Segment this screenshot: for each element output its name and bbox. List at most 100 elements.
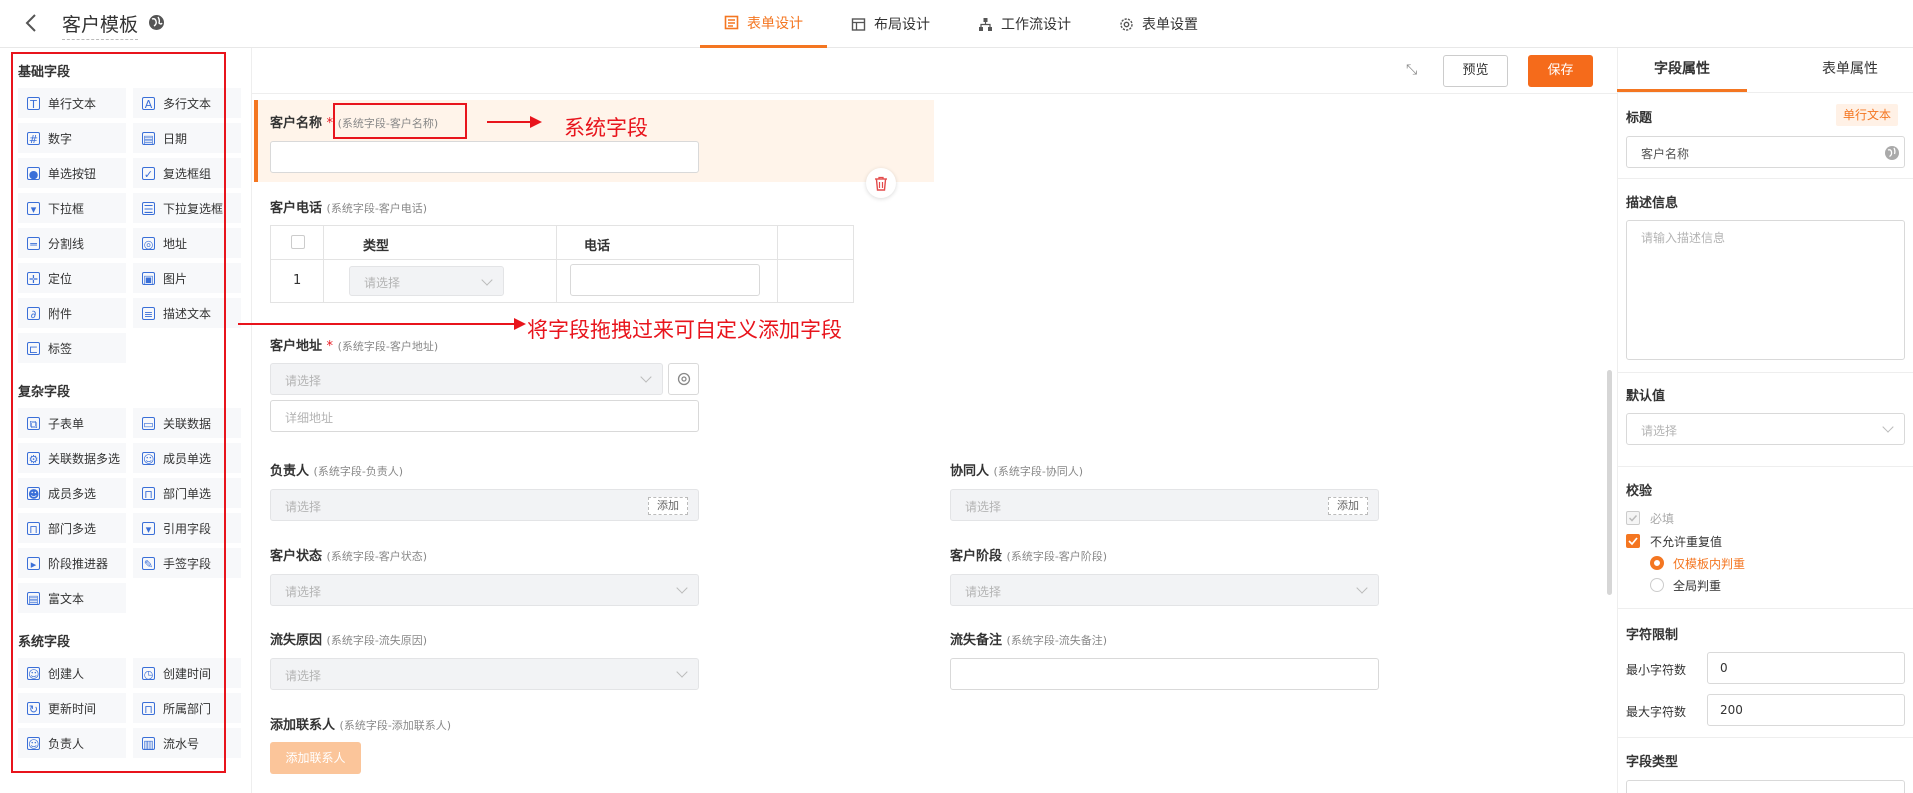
page-title[interactable]: 客户模板 (62, 10, 139, 40)
delete-field-button[interactable] (866, 168, 896, 198)
chevron-down-icon (640, 371, 652, 383)
palette-field-label: 多行文本 (163, 96, 212, 111)
tab-form-settings[interactable]: 表单设置 (1095, 0, 1222, 48)
palette-field-label: 成员多选 (48, 486, 97, 501)
max-chars-input[interactable]: 200 (1707, 694, 1905, 726)
customer-name-input[interactable] (270, 141, 699, 173)
chevron-down-icon (1356, 582, 1368, 594)
palette-field-item[interactable]: ⊓ 所属部门 (133, 693, 241, 723)
loss-reason-select[interactable]: 请选择 (270, 658, 699, 690)
field-22-icon: ▾ (142, 521, 155, 536)
globe-icon[interactable] (148, 14, 165, 31)
palette-field-item[interactable]: ☺ 负责人 (18, 728, 126, 758)
system-tag: (系统字段-客户电话) (326, 202, 428, 215)
palette-field-item[interactable]: ☻ 成员多选 (18, 478, 126, 508)
palette-field-item[interactable]: ⚙ 关联数据多选 (18, 443, 126, 473)
tab-field-properties[interactable]: 字段属性 (1617, 48, 1747, 92)
owner-select[interactable]: 请选择 添加 (270, 489, 699, 521)
status-select[interactable]: 请选择 (270, 574, 699, 606)
palette-field-item[interactable]: ≡ 描述文本 (133, 298, 241, 328)
collaborator-select[interactable]: 请选择 添加 (950, 489, 1379, 521)
address-region-select[interactable]: 请选择 (270, 363, 663, 395)
add-contact-button[interactable]: 添加联系人 (270, 742, 361, 774)
field-1-icon: A (142, 96, 155, 111)
palette-field-item[interactable]: ▾ 下拉框 (18, 193, 126, 223)
no-duplicate-checkbox[interactable] (1626, 534, 1640, 548)
validation-label: 校验 (1626, 484, 1653, 499)
palette-field-label: 数字 (48, 131, 73, 146)
address-detail-input[interactable]: 详细地址 (270, 400, 699, 432)
required-checkbox[interactable] (1626, 511, 1640, 525)
palette-field-item[interactable]: ▤ 富文本 (18, 583, 126, 613)
palette-field-item[interactable]: ∂ 附件 (18, 298, 126, 328)
customer-phone-label: 客户电话 (系统字段-客户电话) (270, 197, 427, 216)
palette-field-item[interactable]: ═ 分割线 (18, 228, 126, 258)
field-23-icon: ▸ (27, 556, 40, 571)
globe-icon[interactable] (1884, 145, 1900, 161)
expand-icon[interactable]: ⤡ (1406, 62, 1417, 78)
min-chars-input[interactable]: 0 (1707, 652, 1905, 684)
tab-workflow-design[interactable]: 工作流设计 (954, 0, 1095, 48)
palette-field-item[interactable]: ⧉ 子表单 (18, 408, 126, 438)
title-input[interactable]: 客户名称 (1626, 136, 1905, 168)
check-icon (1628, 537, 1638, 546)
palette-field-item[interactable]: ↻ 更新时间 (18, 693, 126, 723)
palette-field-item[interactable]: ▾ 引用字段 (133, 513, 241, 543)
tab-form-design[interactable]: 表单设计 (700, 0, 827, 48)
palette-field-item[interactable]: ⊓ 部门多选 (18, 513, 126, 543)
palette-field-item[interactable]: ● 单选按钮 (18, 158, 126, 188)
palette-field-item[interactable]: ⊓ 部门单选 (133, 478, 241, 508)
palette-field-item[interactable]: ▣ 图片 (133, 263, 241, 293)
field-type-badge: 单行文本 (1836, 104, 1898, 126)
field-type-select[interactable] (1626, 780, 1905, 793)
palette-field-item[interactable]: ▥ 流水号 (133, 728, 241, 758)
add-owner-button[interactable]: 添加 (648, 497, 688, 515)
add-collaborator-button[interactable]: 添加 (1328, 497, 1368, 515)
palette-field-label: 子表单 (48, 416, 85, 431)
palette-field-item[interactable]: A 多行文本 (133, 88, 241, 118)
placeholder: 请选择 (965, 585, 1002, 599)
stage-select[interactable]: 请选择 (950, 574, 1379, 606)
title-prop-label: 标题 (1626, 111, 1653, 126)
annotation-arrow (487, 121, 531, 123)
tab-form-properties[interactable]: 表单属性 (1785, 48, 1913, 92)
field-2-icon: # (27, 131, 40, 146)
field-24-icon: ✎ (142, 556, 155, 571)
palette-field-item[interactable]: ☰ 下拉复选框 (133, 193, 241, 223)
select-all-checkbox[interactable] (291, 235, 305, 249)
description-textarea[interactable]: 请输入描述信息 (1626, 220, 1905, 360)
palette-field-item[interactable]: ▸ 阶段推进器 (18, 548, 126, 578)
phone-input[interactable] (570, 264, 760, 296)
palette-field-item[interactable]: # 数字 (18, 123, 126, 153)
phone-type-select[interactable]: 请选择 (349, 266, 504, 296)
palette-field-item[interactable]: ✎ 手签字段 (133, 548, 241, 578)
radio-template-only[interactable] (1650, 556, 1664, 570)
palette-field-item[interactable]: ⊏ 标签 (18, 333, 126, 363)
tab-label: 工作流设计 (1001, 17, 1071, 33)
canvas-scrollbar[interactable] (1607, 370, 1612, 595)
back-arrow-icon[interactable] (24, 12, 44, 36)
preview-button[interactable]: 预览 (1443, 55, 1508, 87)
palette-field-item[interactable]: ◷ 创建时间 (133, 658, 241, 688)
palette-field-item[interactable]: ☺ 成员单选 (133, 443, 241, 473)
locate-button[interactable] (668, 363, 699, 395)
palette-field-label: 分割线 (48, 236, 85, 251)
palette-field-item[interactable]: ✛ 定位 (18, 263, 126, 293)
loss-note-input[interactable] (950, 658, 1379, 690)
tab-layout-design[interactable]: 布局设计 (827, 0, 954, 48)
placeholder: 请选择 (364, 276, 401, 290)
save-button[interactable]: 保存 (1528, 55, 1593, 87)
tab-label: 表单设计 (747, 15, 803, 32)
palette-field-item[interactable]: ✓ 复选框组 (133, 158, 241, 188)
field-3-icon: ▤ (142, 131, 155, 146)
palette-field-item[interactable]: ☺ 创建人 (18, 658, 126, 688)
palette-field-item[interactable]: ▤ 日期 (133, 123, 241, 153)
palette-field-label: 关联数据多选 (48, 451, 121, 466)
min-chars-label: 最小字符数 (1626, 663, 1687, 677)
radio-global[interactable] (1650, 578, 1664, 592)
default-value-select[interactable]: 请选择 (1626, 413, 1905, 445)
palette-field-label: 创建人 (48, 666, 85, 681)
palette-field-item[interactable]: T 单行文本 (18, 88, 126, 118)
palette-field-item[interactable]: ▭ 关联数据 (133, 408, 241, 438)
palette-field-item[interactable]: ◎ 地址 (133, 228, 241, 258)
